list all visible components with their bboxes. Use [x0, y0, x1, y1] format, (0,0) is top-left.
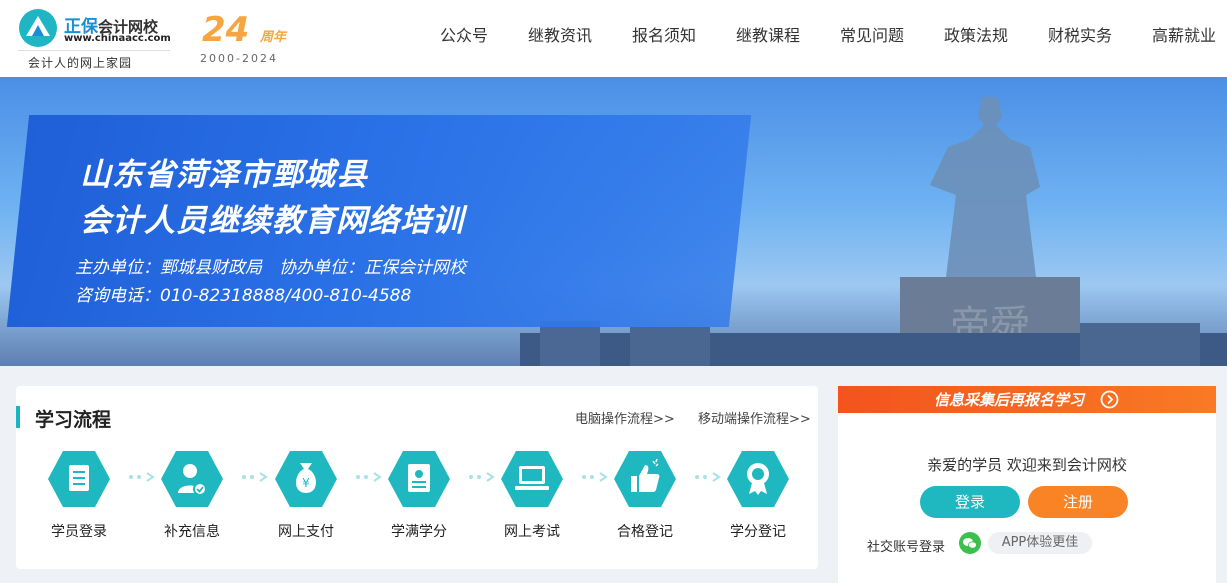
study-process-card: 学习流程 电脑操作流程>> 移动端操作流程>> 学员登录 补充信息 ¥ 网上支付… — [16, 386, 818, 569]
step-label: 合格登记 — [617, 524, 673, 540]
anniversary-unit: 周年 — [260, 30, 287, 45]
banner-title-line2: 会计人员继续教育网络培训 — [80, 203, 464, 239]
step-online-exam[interactable]: 网上考试 — [497, 449, 567, 549]
medal-icon — [727, 451, 789, 507]
thumbs-up-icon — [614, 451, 676, 507]
step-label: 学满学分 — [391, 524, 447, 540]
pc-guide-link[interactable]: 电脑操作流程>> — [575, 408, 675, 427]
user-check-icon — [161, 451, 223, 507]
social-login-label: 社交账号登录 — [867, 540, 946, 555]
nav-item-tax-practice[interactable]: 财税实务 — [1028, 22, 1132, 46]
step-credit-registration[interactable]: 学分登记 — [723, 449, 793, 549]
step-complete-credits[interactable]: 学满学分 — [384, 449, 454, 549]
svg-text:¥: ¥ — [302, 476, 310, 490]
step-online-payment[interactable]: ¥ 网上支付 — [271, 449, 341, 549]
main-nav: 公众号 继教资讯 报名须知 继教课程 常见问题 政策法规 财税实务 高薪就业 — [420, 0, 1227, 68]
nav-item-registration-guide[interactable]: 报名须知 — [612, 22, 716, 46]
login-panel: 信息采集后再报名学习 亲爱的学员 欢迎来到会计网校 登录 注册 社交账号登录 A… — [838, 386, 1216, 583]
chevron-right-icon — [242, 472, 268, 482]
mobile-guide-link[interactable]: 移动端操作流程>> — [698, 408, 811, 427]
step-label: 学员登录 — [51, 524, 107, 540]
money-bag-icon: ¥ — [275, 451, 337, 507]
nav-item-faq[interactable]: 常见问题 — [820, 22, 924, 46]
anniversary-years: 2000-2024 — [200, 52, 278, 65]
hero-banner: 帝舜 山东省菏泽市鄄城县 会计人员继续教育网络培训 主办单位：鄄城县财政局 协办… — [0, 77, 1227, 366]
laptop-icon — [501, 451, 563, 507]
process-steps: 学员登录 补充信息 ¥ 网上支付 学满学分 网上考试 合格登记 学分登记 — [44, 449, 804, 549]
step-label: 网上考试 — [504, 524, 560, 540]
chevron-right-icon — [129, 472, 155, 482]
info-collection-text: 信息采集后再报名学习 — [934, 391, 1085, 409]
step-student-login[interactable]: 学员登录 — [44, 449, 114, 549]
clipboard-icon — [48, 451, 110, 507]
logo-icon — [19, 9, 57, 47]
banner-organizer: 主办单位：鄄城县财政局 协办单位：正保会计网校 — [75, 258, 466, 278]
anniversary-number: 24 — [202, 10, 250, 50]
step-label: 网上支付 — [278, 524, 334, 540]
section-accent-bar — [16, 406, 20, 428]
app-promo-chip[interactable]: APP体验更佳 — [988, 532, 1092, 554]
site-logo[interactable]: 正保会计网校 www.chinaacc.com 会计人的网上家园 — [18, 6, 178, 72]
id-card-icon — [388, 451, 450, 507]
chevron-right-icon — [356, 472, 382, 482]
welcome-text: 亲爱的学员 欢迎来到会计网校 — [927, 456, 1127, 474]
nav-item-official-account[interactable]: 公众号 — [420, 22, 508, 46]
chevron-right-icon — [469, 472, 495, 482]
wechat-icon[interactable] — [959, 532, 981, 554]
register-button[interactable]: 注册 — [1028, 486, 1128, 518]
nav-item-courses[interactable]: 继教课程 — [716, 22, 820, 46]
logo-url: www.chinaacc.com — [64, 33, 171, 44]
step-label: 补充信息 — [164, 524, 220, 540]
nav-item-jobs[interactable]: 高薪就业 — [1132, 22, 1227, 46]
nav-item-policies[interactable]: 政策法规 — [924, 22, 1028, 46]
chevron-right-icon — [582, 472, 608, 482]
anniversary-badge: 24 周年 2000-2024 — [198, 10, 308, 66]
logo-tagline: 会计人的网上家园 — [28, 56, 133, 70]
banner-phone: 咨询电话：010-82318888/400-810-4588 — [75, 286, 412, 306]
login-button[interactable]: 登录 — [920, 486, 1020, 518]
step-supplement-info[interactable]: 补充信息 — [157, 449, 227, 549]
nav-item-news[interactable]: 继教资讯 — [508, 22, 612, 46]
info-collection-banner[interactable]: 信息采集后再报名学习 — [838, 386, 1216, 413]
logo-divider — [18, 50, 170, 51]
step-label: 学分登记 — [730, 524, 786, 540]
site-header: 正保会计网校 www.chinaacc.com 会计人的网上家园 24 周年 2… — [0, 0, 1227, 77]
step-pass-registration[interactable]: 合格登记 — [610, 449, 680, 549]
chevron-circle-right-icon — [1100, 390, 1119, 409]
banner-title-line1: 山东省菏泽市鄄城县 — [80, 157, 368, 193]
chevron-right-icon — [695, 472, 721, 482]
section-title: 学习流程 — [35, 409, 112, 431]
